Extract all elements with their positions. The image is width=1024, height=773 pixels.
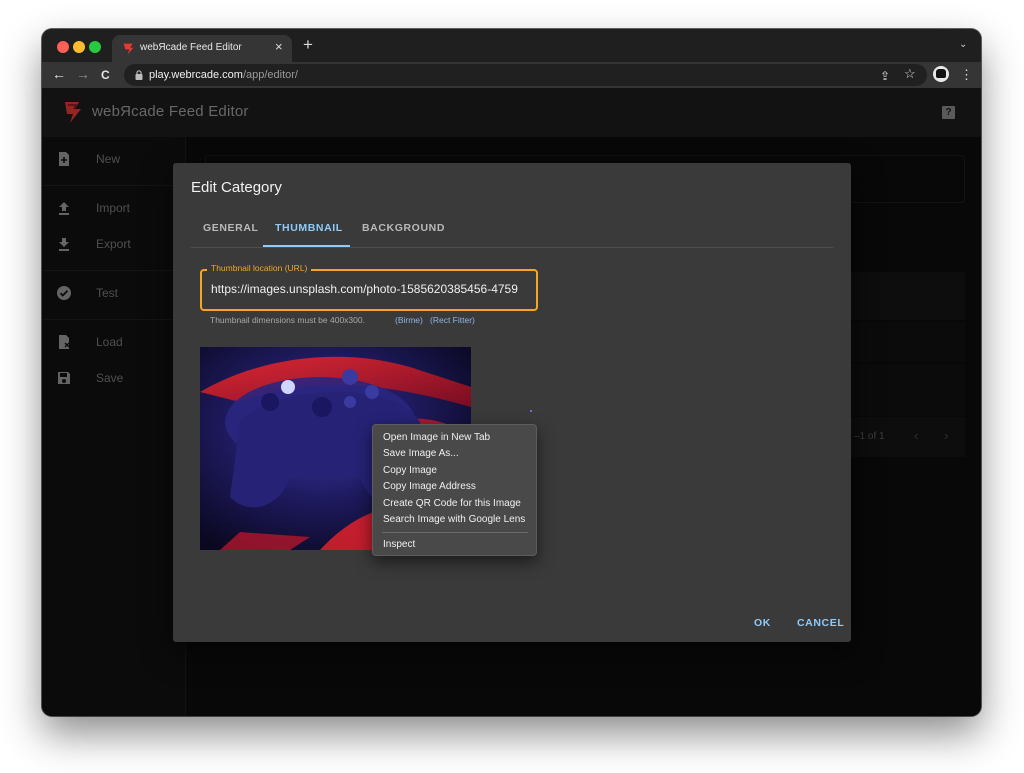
menu-item-inspect[interactable]: Inspect [383, 539, 415, 550]
back-button[interactable]: ← [52, 66, 66, 82]
webrcade-favicon-icon [123, 43, 134, 55]
url-domain: play.webrcade.com [149, 69, 243, 81]
menu-item-copy-image-address[interactable]: Copy Image Address [383, 481, 476, 492]
menu-separator [382, 532, 528, 533]
image-context-menu: Open Image in New Tab Save Image As... C… [372, 424, 537, 556]
reload-button[interactable]: C [101, 67, 110, 83]
tab-thumbnail[interactable]: THUMBNAIL [275, 222, 343, 234]
browser-toolbar: ← → C play.webrcade.com/app/editor/ ⇪ ☆ … [42, 62, 981, 88]
tab-title: webЯcade Feed Editor [140, 42, 242, 53]
tab-close-icon[interactable]: × [275, 39, 283, 54]
lock-icon [135, 70, 143, 80]
tab-strip: webЯcade Feed Editor × + ⌄ [42, 29, 981, 62]
tab-general[interactable]: GENERAL [203, 222, 259, 234]
zoom-window-button[interactable] [89, 41, 101, 53]
cancel-button[interactable]: CANCEL [797, 617, 844, 629]
menu-item-open-image-new-tab[interactable]: Open Image in New Tab [383, 432, 490, 443]
thumbnail-helper-text: Thumbnail dimensions must be 400x300. [210, 315, 365, 325]
menu-item-copy-image[interactable]: Copy Image [383, 465, 437, 476]
edit-category-dialog: Edit Category GENERAL THUMBNAIL BACKGROU… [173, 163, 851, 642]
address-bar[interactable]: play.webrcade.com/app/editor/ ⇪ ☆ [124, 64, 927, 86]
browser-menu-icon[interactable]: ⋮ [960, 68, 973, 82]
bookmark-star-icon[interactable]: ☆ [904, 67, 916, 81]
birme-link[interactable]: (Birme) [395, 315, 423, 325]
ok-button[interactable]: OK [754, 617, 771, 629]
image-cursor-dot [530, 410, 532, 412]
profile-avatar[interactable] [933, 66, 949, 82]
share-icon[interactable]: ⇪ [880, 69, 890, 83]
browser-window: webЯcade Feed Editor × + ⌄ ← → C play.we… [42, 29, 981, 716]
tab-search-icon[interactable]: ⌄ [959, 39, 967, 50]
browser-tab[interactable]: webЯcade Feed Editor × [112, 35, 292, 62]
new-tab-button[interactable]: + [303, 36, 313, 53]
close-window-button[interactable] [57, 41, 69, 53]
menu-item-create-qr-code[interactable]: Create QR Code for this Image [383, 498, 521, 509]
thumbnail-url-label: Thumbnail location (URL) [207, 263, 312, 273]
rect-fitter-link[interactable]: (Rect Fitter) [430, 315, 475, 325]
tab-background[interactable]: BACKGROUND [362, 222, 445, 234]
url-path: /app/editor/ [242, 69, 298, 81]
minimize-window-button[interactable] [73, 41, 85, 53]
thumbnail-url-field[interactable]: Thumbnail location (URL) https://images.… [200, 263, 538, 311]
menu-item-google-lens[interactable]: Search Image with Google Lens [383, 514, 525, 525]
url-text: play.webrcade.com/app/editor/ [149, 69, 298, 81]
dialog-title: Edit Category [191, 179, 282, 196]
thumbnail-url-input[interactable]: https://images.unsplash.com/photo-158562… [211, 282, 529, 298]
menu-item-save-image-as[interactable]: Save Image As... [383, 448, 459, 459]
dialog-tab-bar: GENERAL THUMBNAIL BACKGROUND [191, 212, 833, 248]
active-tab-indicator [263, 245, 350, 247]
forward-button[interactable]: → [76, 66, 90, 82]
